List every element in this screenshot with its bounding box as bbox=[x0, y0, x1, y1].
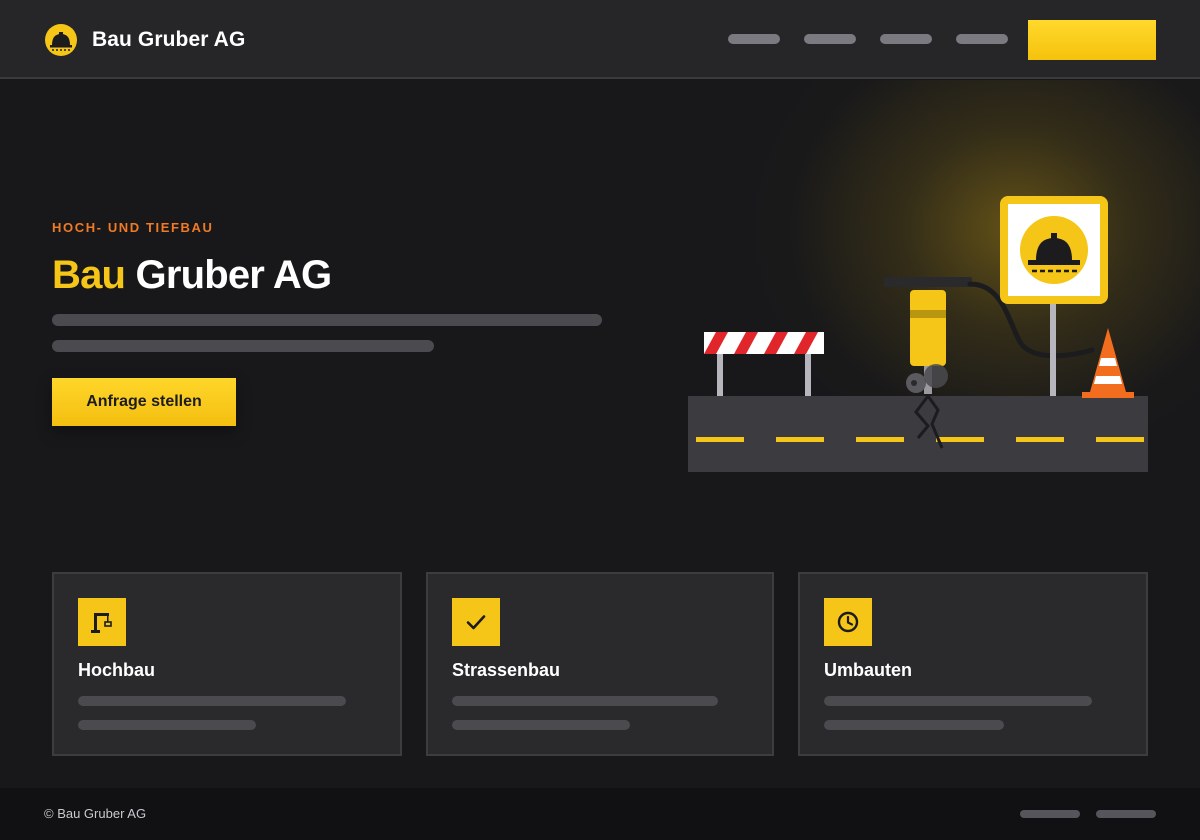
hero-text-placeholder-1 bbox=[52, 314, 602, 326]
service-title: Hochbau bbox=[78, 660, 156, 680]
header-cta-button[interactable] bbox=[1028, 20, 1156, 60]
service-text-placeholder bbox=[824, 720, 1004, 730]
footer-link-1[interactable] bbox=[1020, 810, 1080, 818]
nav-link-4[interactable] bbox=[956, 34, 1008, 44]
copyright-text: © Bau Gruber AG bbox=[44, 806, 147, 821]
service-text-placeholder bbox=[824, 696, 1092, 706]
hero-title-rest: Gruber AG bbox=[135, 253, 333, 297]
barrier-icon bbox=[704, 332, 824, 396]
service-card-hochbau[interactable]: Hochbau bbox=[52, 572, 402, 756]
hardhat-sign-icon bbox=[1000, 196, 1108, 396]
hero-eyebrow: HOCH- UND TIEFBAU bbox=[52, 220, 214, 235]
service-text-placeholder bbox=[452, 720, 630, 730]
service-text-placeholder bbox=[452, 696, 718, 706]
footer-link-2[interactable] bbox=[1096, 810, 1156, 818]
hero-title-accent: Bau bbox=[52, 253, 126, 297]
traffic-cone-icon bbox=[1082, 328, 1134, 398]
service-title: Umbauten bbox=[824, 660, 913, 680]
brand-logo-link[interactable]: Bau Gruber AG bbox=[44, 22, 245, 58]
clock-icon bbox=[824, 598, 872, 646]
hardhat-logo-icon bbox=[45, 24, 77, 56]
nav-link-1[interactable] bbox=[728, 34, 780, 44]
site-footer: © Bau Gruber AG bbox=[0, 788, 1200, 840]
nav-link-2[interactable] bbox=[804, 34, 856, 44]
request-quote-button[interactable]: Anfrage stellen bbox=[52, 378, 236, 426]
crane-icon bbox=[78, 598, 126, 646]
service-card-strassenbau[interactable]: Strassenbau bbox=[426, 572, 774, 756]
service-text-placeholder bbox=[78, 696, 346, 706]
construction-illustration bbox=[688, 196, 1148, 472]
service-text-placeholder bbox=[78, 720, 256, 730]
brand-name: Bau Gruber AG bbox=[92, 28, 246, 51]
hero-text-placeholder-2 bbox=[52, 340, 434, 352]
check-icon bbox=[452, 598, 500, 646]
service-card-umbauten[interactable]: Umbauten bbox=[798, 572, 1148, 756]
hero-title: Bau Gruber AG bbox=[52, 252, 333, 298]
nav-link-3[interactable] bbox=[880, 34, 932, 44]
site-header: Bau Gruber AG bbox=[0, 0, 1200, 79]
service-title: Strassenbau bbox=[452, 660, 561, 680]
